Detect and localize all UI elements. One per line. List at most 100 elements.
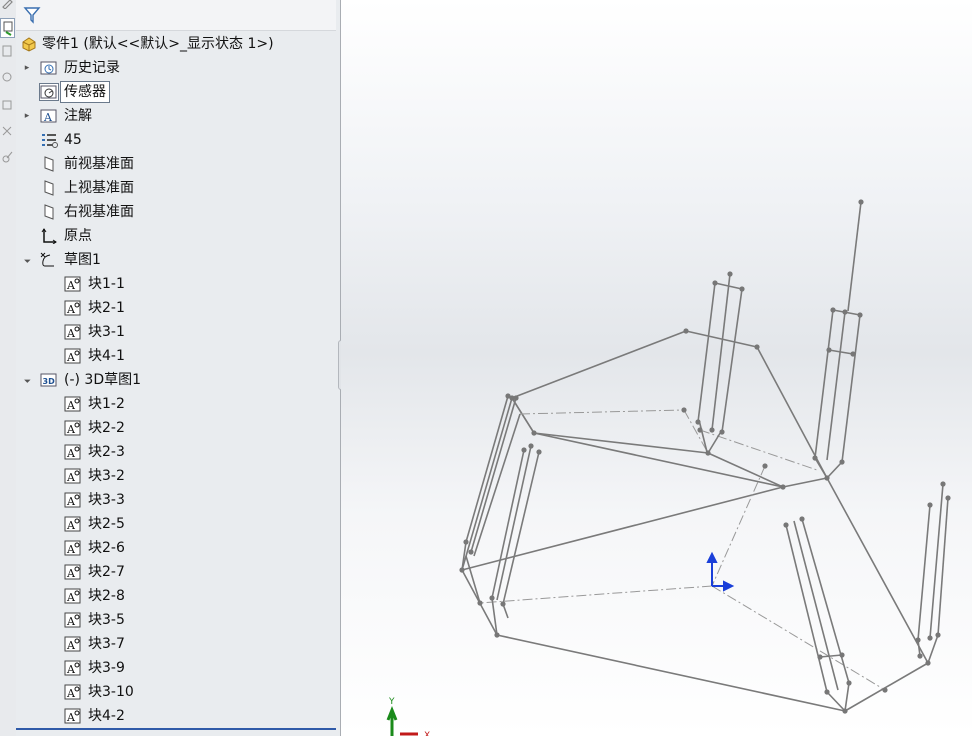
sketch-point [935,632,941,638]
tree-item[interactable]: 前视基准面 [16,152,336,176]
tree-item-label: 块2-2 [88,420,125,436]
tree-item-label: 块2-3 [88,444,125,460]
tree-item-label: 注解 [64,108,92,124]
sketch-line [511,330,687,399]
tree-item-label: 块3-10 [88,684,134,700]
svg-text:A: A [66,639,76,652]
sketch-point [477,600,483,606]
tree-item[interactable]: A 块3-1 [16,320,336,344]
chevron-right-icon[interactable]: ▸ [22,104,32,128]
block-icon: A [64,468,82,484]
tree-item-label: 45 [64,132,82,148]
tree-item[interactable]: A 块2-1 [16,296,336,320]
tree-item-label: 块3-2 [88,468,125,484]
sketch-line [461,486,784,571]
sketch-line [470,397,517,553]
tree-item-label: 块3-3 [88,492,125,508]
tree-item[interactable]: ◢ 草图1 [16,248,336,272]
sketch-line [917,504,931,641]
tree-item[interactable]: A 块3-10 [16,680,336,704]
tree-item-label: 块2-6 [88,540,125,556]
svg-text:A: A [66,591,76,604]
tree-item[interactable]: 上视基准面 [16,176,336,200]
sketch-point [917,653,923,659]
tree-root-part[interactable]: 零件1 (默认<<默认>_显示状态 1>) [16,32,336,56]
edit-icon[interactable] [0,0,14,10]
tree-item[interactable]: 原点 [16,224,336,248]
sketch-line [929,483,944,639]
property-manager-icon[interactable] [0,44,14,58]
tree-item[interactable]: ▸ A 注解 [16,104,336,128]
annotation-icon: A [40,108,58,124]
svg-text:A: A [66,279,76,292]
sketch-point [830,307,836,313]
sketch-point [505,393,511,399]
tree-item[interactable]: A 块2-6 [16,536,336,560]
tree-item-label: 右视基准面 [64,204,134,220]
sketch-point [754,344,760,350]
sketch-line [697,282,716,423]
construction-line [711,585,886,691]
tree-item-label: 块2-5 [88,516,125,532]
appearance-icon[interactable] [0,150,14,164]
tree-item-label: 块3-7 [88,636,125,652]
tree-item[interactable]: 右视基准面 [16,200,336,224]
tree-item[interactable]: A 块2-3 [16,440,336,464]
triad-y-label: Y [388,697,395,707]
block-icon: A [64,660,82,676]
graphics-viewport[interactable]: YX [341,0,972,740]
tree-item[interactable]: A 块4-2 [16,704,336,728]
tree-item-label: 草图1 [64,252,101,268]
chevron-down-icon[interactable]: ◢ [16,248,39,272]
tree-item[interactable]: A 块3-5 [16,608,336,632]
sketch-point [468,549,474,555]
tree-item[interactable]: A 块3-2 [16,464,336,488]
tree-item[interactable]: A 块1-1 [16,272,336,296]
sketch-point [762,463,768,469]
svg-text:A: A [66,423,76,436]
tree-item-label: 块4-1 [88,348,125,364]
triad-x-label: X [424,731,430,736]
svg-text:A: A [66,303,76,316]
tree-item[interactable]: A 块3-7 [16,632,336,656]
tree-item[interactable]: A 块4-1 [16,344,336,368]
block-icon: A [64,396,82,412]
sketch-point [925,660,931,666]
feature-manager-tab-icon[interactable] [0,18,15,38]
filter-icon[interactable] [23,6,41,24]
configuration-manager-icon[interactable] [0,70,14,84]
chevron-down-icon[interactable]: ◢ [16,368,39,392]
dimxpert-icon[interactable] [0,98,14,112]
tree-item[interactable]: A 块1-2 [16,392,336,416]
sketch-line [711,273,731,431]
display-manager-icon[interactable] [0,124,14,138]
sketch-point [683,328,689,334]
command-strip [0,0,17,736]
sketch-point [500,601,506,607]
tree-item[interactable]: ◢ 3D (-) 3D草图1 [16,368,336,392]
sketch-point [536,449,542,455]
sketch-point [513,395,519,401]
block-icon: A [64,612,82,628]
tree-item[interactable]: 45 [16,128,336,152]
tree-item[interactable]: A 块3-3 [16,488,336,512]
sketch-line [698,419,708,453]
tree-item[interactable]: A 块2-2 [16,416,336,440]
sketch-line [844,662,929,712]
tree-item[interactable]: 传感器 [16,80,336,104]
tree-item-label: (-) 3D草图1 [64,372,142,388]
sketch-point [839,652,845,658]
tree-item[interactable]: A 块2-7 [16,560,336,584]
tree-item[interactable]: A 块2-8 [16,584,336,608]
svg-text:A: A [66,519,76,532]
sketch-point [739,286,745,292]
chevron-right-icon[interactable]: ▸ [22,56,32,80]
sketch-point [521,447,527,453]
tree-item[interactable]: ▸ 历史记录 [16,56,336,80]
tree-item[interactable]: A 块2-5 [16,512,336,536]
block-icon: A [64,492,82,508]
sketch-point [857,312,863,318]
sketch-point [839,459,845,465]
tree-item[interactable]: A 块3-9 [16,656,336,680]
sketch-line [496,634,846,712]
